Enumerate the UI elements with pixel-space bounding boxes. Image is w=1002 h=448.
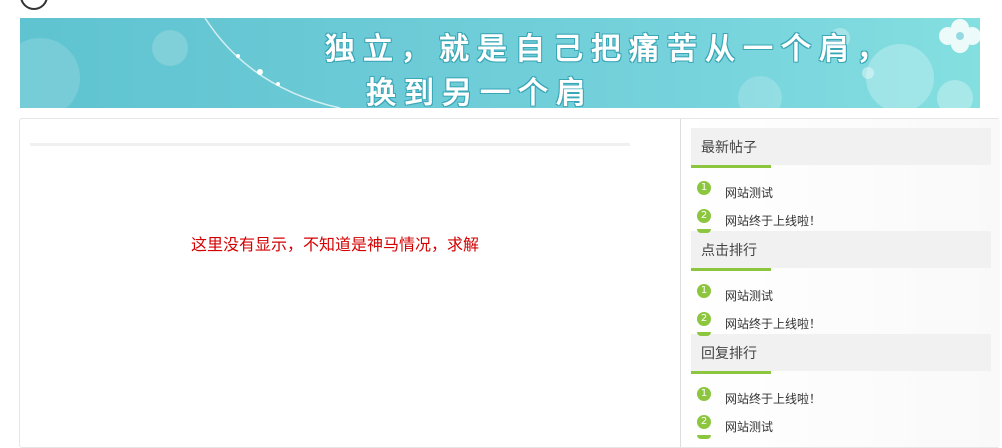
rank-badge: 2 [697, 209, 711, 223]
widget-reply-ranking: 回复排行 1 网站终于上线啦！ 2 网站测试 [691, 334, 991, 447]
post-link[interactable]: 网站终于上线啦！ [725, 385, 821, 413]
rank-badge: 1 [697, 387, 711, 401]
widget-underline [691, 268, 771, 271]
post-link[interactable]: 网站测试 [725, 413, 773, 441]
content-message: 这里没有显示，不知道是神马情况，求解 [190, 235, 479, 254]
content-area: 这里没有显示，不知道是神马情况，求解 [20, 119, 680, 447]
widget-title: 点击排行 [701, 243, 757, 259]
widget-title: 回复排行 [701, 346, 757, 362]
widget-title: 最新帖子 [701, 140, 757, 156]
user-icon[interactable] [20, 0, 48, 10]
rank-badge: 2 [697, 312, 711, 326]
post-link[interactable]: 网站终于上线啦！ [725, 310, 821, 334]
widget-click-ranking: 点击排行 1 网站测试 2 网站终于上线啦！ [691, 231, 991, 334]
widget-underline [691, 165, 771, 168]
rank-badge: 1 [697, 284, 711, 298]
widget-latest-posts: 最新帖子 1 网站测试 2 网站终于上线啦！ [691, 128, 991, 231]
widget-header: 点击排行 [691, 231, 991, 271]
widget-underline [691, 371, 771, 374]
sidebar: 最新帖子 1 网站测试 2 网站终于上线啦！ 点击排行 1 网站测试 2 网站终… [680, 119, 1000, 447]
main-container: 这里没有显示，不知道是神马情况，求解 最新帖子 1 网站测试 2 网站终于上线啦… [19, 118, 1000, 448]
widget-header: 最新帖子 [691, 128, 991, 168]
clipped-rank-badge [697, 435, 711, 439]
rank-badge: 2 [697, 415, 711, 429]
post-link[interactable]: 网站测试 [725, 179, 773, 207]
content-divider [30, 143, 630, 146]
banner: 独立，就是自己把痛苦从一个肩， 换到另一个肩 [20, 18, 980, 108]
rank-badge: 1 [697, 181, 711, 195]
clipped-rank-badge [697, 229, 711, 233]
post-link[interactable]: 网站测试 [725, 282, 773, 310]
banner-text-line2: 换到另一个肩 [366, 76, 594, 108]
clipped-rank-badge [697, 332, 711, 336]
post-link[interactable]: 网站终于上线啦！ [725, 207, 821, 231]
banner-text-line1: 独立，就是自己把痛苦从一个肩， [325, 32, 895, 67]
widget-header: 回复排行 [691, 334, 991, 374]
